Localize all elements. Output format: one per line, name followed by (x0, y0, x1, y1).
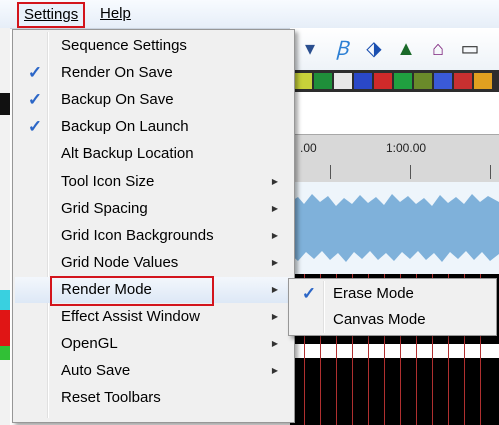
menu-item-label: Sequence Settings (61, 37, 187, 54)
submenu-arrow-icon: ▶ (271, 257, 278, 267)
render-mode-submenu: ✓ Erase Mode Canvas Mode (288, 278, 497, 336)
menu-item[interactable]: Render Mode ▶ (15, 275, 292, 306)
submenu-item-label: Erase Mode (333, 285, 414, 302)
ruler-tick (410, 165, 411, 179)
menu-item-label: Alt Backup Location (61, 145, 194, 163)
menu-item[interactable]: ✓ Backup On Save (15, 87, 292, 113)
effect-icon[interactable] (374, 73, 392, 89)
submenu-arrow-icon: ▶ (271, 366, 278, 376)
ruler-label: 1:00.00 (386, 141, 427, 155)
menu-item-label: Backup On Launch (61, 118, 189, 136)
menu-help-label: Help (100, 5, 131, 22)
checkmark-icon: ✓ (27, 63, 43, 83)
submenu-arrow-icon: ▶ (271, 230, 278, 240)
menu-item[interactable]: Effect Assist Window ▶ (15, 304, 292, 330)
menu-item-label: Grid Node Values (61, 253, 179, 271)
menu-item-label: OpenGL (61, 335, 118, 353)
menu-item-label: Reset Toolbars (61, 389, 161, 407)
menu-help[interactable]: Help (94, 4, 137, 24)
timeline-ruler[interactable]: .00 1:00.00 (290, 134, 499, 183)
menu-item[interactable]: OpenGL ▶ (15, 331, 292, 357)
highlight-box (50, 275, 214, 306)
ruler-tick (490, 165, 491, 179)
checkmark-icon: ✓ (27, 117, 43, 137)
window-tool-icon[interactable]: ▭ (458, 38, 482, 60)
swoosh-tool-icon[interactable]: ⬗ (362, 38, 386, 60)
menu-settings[interactable]: Settings (17, 2, 86, 28)
submenu-arrow-icon: ▶ (271, 176, 278, 186)
menu-item[interactable]: ✓ Backup On Launch (15, 114, 292, 140)
menu-item[interactable]: Reset Toolbars (15, 385, 292, 411)
left-dark-block (0, 93, 10, 115)
checkmark-icon: ✓ (301, 284, 317, 303)
submenu-item[interactable]: ✓ Erase Mode (291, 281, 494, 307)
effect-icon[interactable] (394, 73, 412, 89)
menu-item[interactable]: Tool Icon Size ▶ (15, 169, 292, 195)
menu-item[interactable]: Sequence Settings (15, 33, 292, 59)
menu-item-label: Tool Icon Size (61, 172, 155, 190)
triangle-tool-icon[interactable]: ▲ (394, 38, 418, 60)
effect-icon[interactable] (334, 73, 352, 89)
ruler-tick (330, 165, 331, 179)
effects-toolbar (290, 70, 499, 92)
tool-bar: ▾ Ꞵ ⬗ ▲ ⌂ ▭ (290, 28, 499, 70)
submenu-arrow-icon: ▶ (271, 312, 278, 321)
effect-icon[interactable] (474, 73, 492, 89)
menu-item[interactable]: Auto Save ▶ (15, 358, 292, 384)
grid-row (290, 344, 499, 358)
submenu-arrow-icon: ▶ (271, 339, 278, 349)
menu-item[interactable]: Grid Spacing ▶ (15, 196, 292, 222)
menu-item[interactable]: Grid Icon Backgrounds ▶ (15, 223, 292, 249)
effect-icon[interactable] (434, 73, 452, 89)
menu-item[interactable]: Grid Node Values ▶ (15, 250, 292, 276)
effect-icon[interactable] (354, 73, 372, 89)
submenu-item[interactable]: Canvas Mode (291, 307, 494, 333)
effect-icon[interactable] (294, 73, 312, 89)
house-tool-icon[interactable]: ⌂ (426, 38, 450, 60)
menubar: Settings Help (0, 0, 499, 29)
left-green-block (0, 346, 10, 360)
waveform-graphic (290, 194, 499, 262)
submenu-arrow-icon: ▶ (271, 203, 278, 213)
left-cyan-block (0, 290, 10, 310)
menu-item[interactable]: Alt Backup Location (15, 141, 292, 167)
effect-icon[interactable] (314, 73, 332, 89)
audio-waveform[interactable] (290, 182, 499, 274)
ruler-label: .00 (300, 141, 317, 155)
menu-item-label: Effect Assist Window (61, 308, 200, 325)
left-panel-strip (0, 28, 10, 425)
checkmark-icon: ✓ (27, 90, 43, 110)
menu-item-label: Render On Save (61, 64, 173, 82)
text-tool-icon[interactable]: Ꞵ (330, 38, 354, 60)
submenu-item-label: Canvas Mode (333, 311, 426, 328)
bars-tool-icon[interactable]: ▾ (298, 38, 322, 60)
menu-settings-label: Settings (24, 6, 79, 23)
effect-icon[interactable] (414, 73, 432, 89)
effect-icon[interactable] (454, 73, 472, 89)
settings-menu: Sequence Settings ✓ Render On Save ✓ Backup … (12, 29, 295, 423)
menu-item-label: Grid Spacing (61, 199, 148, 217)
menu-item-label: Backup On Save (61, 91, 174, 109)
submenu-arrow-icon: ▶ (271, 284, 278, 294)
menu-item-label: Grid Icon Backgrounds (61, 226, 214, 244)
left-red-block (0, 310, 10, 346)
menu-item-label: Auto Save (61, 362, 131, 380)
menu-item[interactable]: ✓ Render On Save (15, 60, 292, 86)
